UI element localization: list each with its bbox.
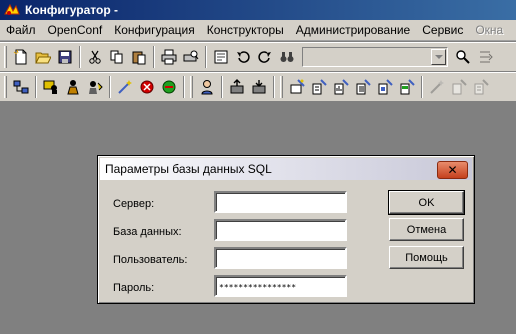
toolbar-separator — [221, 76, 223, 98]
password-field[interactable]: **************** — [214, 275, 347, 297]
user-edit-icon[interactable] — [84, 76, 106, 98]
dialog-title-bar[interactable]: Параметры базы данных SQL ✕ — [100, 158, 472, 180]
menu-windows[interactable]: Окна — [469, 20, 509, 40]
sql-db-params-dialog: Параметры базы данных SQL ✕ Сервер: База… — [97, 155, 475, 304]
server-field[interactable] — [214, 191, 347, 213]
database-field[interactable] — [214, 219, 347, 241]
title-bar: Конфигуратор - — [0, 0, 516, 20]
find-icon[interactable] — [210, 46, 232, 68]
toolbar-separator — [205, 46, 207, 68]
print-preview-icon[interactable] — [180, 46, 202, 68]
toolbar-grip[interactable] — [4, 76, 7, 98]
new-file-icon[interactable] — [10, 46, 32, 68]
wizard-report-icon[interactable] — [330, 76, 352, 98]
wizard-disabled-1-icon[interactable] — [426, 76, 448, 98]
dialog-title: Параметры базы данных SQL — [105, 162, 272, 176]
help-button[interactable]: Помощь — [389, 246, 464, 269]
toolbar-grip[interactable] — [4, 46, 7, 68]
toolbar-separator — [183, 76, 185, 98]
wizard-processing-icon[interactable] — [396, 76, 418, 98]
app-logo-icon — [4, 2, 20, 18]
database-label: База данных: — [113, 226, 182, 238]
save-icon[interactable] — [54, 46, 76, 68]
user-label: Пользователь: — [113, 254, 188, 266]
close-icon: ✕ — [447, 163, 458, 177]
menu-file[interactable]: Файл — [0, 20, 42, 40]
menu-service[interactable]: Сервис — [416, 20, 469, 40]
toolbar-grip[interactable] — [280, 76, 283, 98]
toolbar-separator — [35, 76, 37, 98]
wizard-disabled-2-icon[interactable] — [448, 76, 470, 98]
print-icon[interactable] — [158, 46, 180, 68]
wizard-form-icon[interactable] — [286, 76, 308, 98]
export-icon[interactable] — [226, 76, 248, 98]
debug-run-icon[interactable] — [158, 76, 180, 98]
wizard-disabled-3-icon[interactable] — [470, 76, 492, 98]
cancel-button-label: Отмена — [406, 223, 447, 236]
help-button-label: Помощь — [405, 251, 448, 264]
import-icon[interactable] — [248, 76, 270, 98]
toolbar-separator — [79, 46, 81, 68]
password-label: Пароль: — [113, 282, 155, 294]
wand-icon[interactable] — [114, 76, 136, 98]
replace-icon[interactable] — [474, 46, 496, 68]
standard-toolbar — [0, 42, 516, 72]
wizard-ref-icon[interactable] — [352, 76, 374, 98]
person-icon[interactable] — [196, 76, 218, 98]
cancel-button[interactable]: Отмена — [389, 218, 464, 241]
user-field[interactable] — [214, 247, 347, 269]
toolbar-separator — [421, 76, 423, 98]
wizard-doc-icon[interactable] — [308, 76, 330, 98]
chevron-down-icon[interactable] — [431, 49, 446, 65]
ok-button[interactable]: OK — [388, 190, 465, 215]
paste-icon[interactable] — [128, 46, 150, 68]
binoculars-icon[interactable] — [276, 46, 298, 68]
search-combo[interactable] — [302, 47, 448, 67]
users-icon[interactable] — [40, 76, 62, 98]
menu-openconf[interactable]: OpenConf — [42, 20, 109, 40]
toolbar-separator — [109, 76, 111, 98]
toolbar-separator — [153, 46, 155, 68]
undo-icon[interactable] — [232, 46, 254, 68]
ok-button-label: OK — [418, 196, 435, 209]
menu-constructors[interactable]: Конструкторы — [201, 20, 290, 40]
copy-icon[interactable] — [106, 46, 128, 68]
menu-configuration[interactable]: Конфигурация — [108, 20, 201, 40]
menu-bar: Файл OpenConf Конфигурация Конструкторы … — [0, 20, 516, 41]
user-rights-icon[interactable] — [62, 76, 84, 98]
cut-icon[interactable] — [84, 46, 106, 68]
server-label: Сервер: — [113, 198, 155, 210]
configuration-toolbar — [0, 72, 516, 102]
menu-administration[interactable]: Администрирование — [290, 20, 416, 40]
find-in-files-icon[interactable] — [452, 46, 474, 68]
open-folder-icon[interactable] — [32, 46, 54, 68]
wizard-journal-icon[interactable] — [374, 76, 396, 98]
window-title: Конфигуратор - — [25, 3, 119, 17]
redo-icon[interactable] — [254, 46, 276, 68]
debug-stop-icon[interactable] — [136, 76, 158, 98]
close-button[interactable]: ✕ — [437, 161, 468, 179]
db-structure-icon[interactable] — [10, 76, 32, 98]
toolbar-separator — [273, 76, 275, 98]
toolbar-grip[interactable] — [190, 76, 193, 98]
